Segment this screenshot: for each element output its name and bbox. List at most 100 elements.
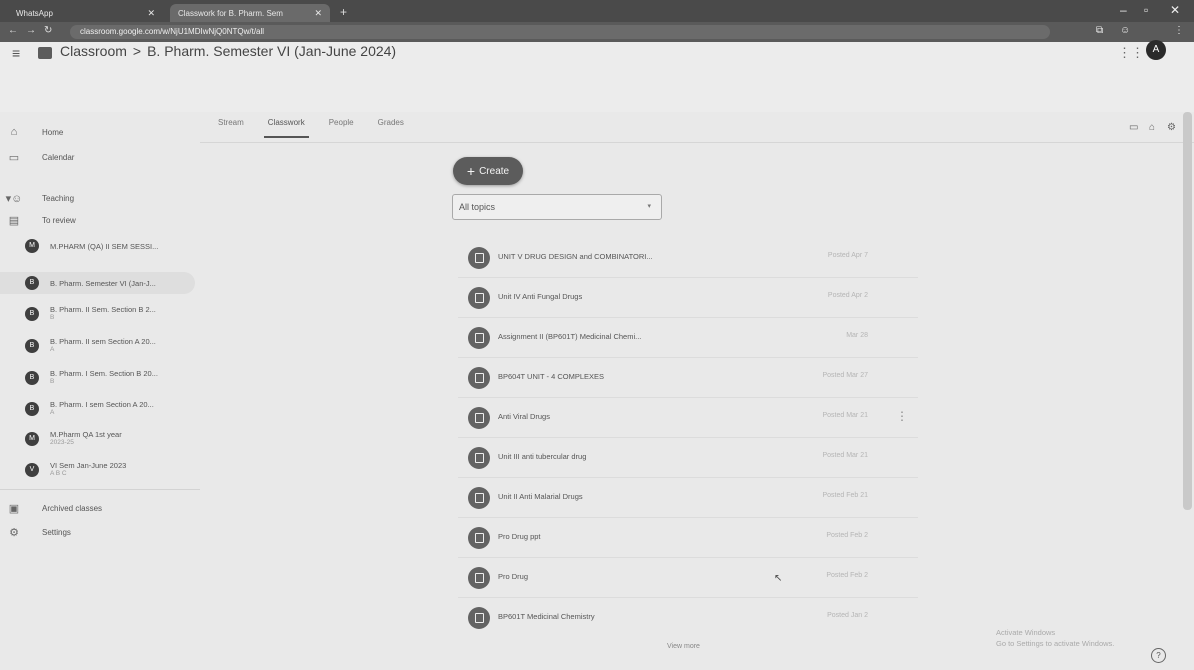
google-apps-icon[interactable]: ⋮⋮ (1118, 45, 1144, 61)
class-title: M.PHARM (QA) II SEM SESSI... (50, 242, 159, 251)
class-avatar: V (25, 463, 39, 477)
create-button[interactable]: + Create (453, 157, 523, 185)
create-label: Create (479, 165, 510, 177)
sidebar-class-item[interactable]: B B. Pharm. II sem Section A 20... A (0, 334, 195, 360)
breadcrumb-separator: > (132, 43, 142, 59)
calendar-icon: ▭ (8, 151, 20, 164)
mouse-cursor-icon: ↖ (774, 573, 783, 584)
sidebar-class-item[interactable]: B B. Pharm. I sem Section A 20... A (0, 397, 195, 423)
assignment-row[interactable]: Assignment II (BP601T) Medicinal Chemi..… (458, 318, 918, 358)
minimize-window-icon[interactable]: – (1120, 3, 1127, 17)
assignment-row[interactable]: Pro Drug Posted Feb 2 (458, 558, 918, 598)
sidebar-item-teaching[interactable]: ▾☺ Teaching (0, 188, 74, 208)
assignment-icon (468, 607, 490, 629)
assignment-row[interactable]: UNIT V DRUG DESIGN and COMBINATORI... Po… (458, 238, 918, 278)
topic-filter-select[interactable]: All topics ▾ (452, 194, 662, 220)
sidebar-item-home[interactable]: ⌂ Home (0, 122, 64, 142)
sidebar-item-archived[interactable]: ▣ Archived classes (0, 498, 102, 518)
assignment-date: Posted Feb 2 (826, 532, 868, 539)
classroom-tab-label: Classwork for B. Pharm. Sem (178, 8, 283, 18)
sidebar-archived-label: Archived classes (42, 503, 103, 513)
sidebar-to-review-label: To review (42, 215, 76, 225)
class-section: 2023-25 (50, 439, 74, 446)
assignment-title: Pro Drug (498, 572, 529, 581)
browser-tab-classroom[interactable]: Classwork for B. Pharm. Sem ✕ (170, 4, 330, 22)
sidebar-class-item[interactable]: M M.PHARM (QA) II SEM SESSI... (0, 234, 195, 258)
assignment-icon (468, 447, 490, 469)
classroom-logo-icon[interactable] (38, 47, 52, 59)
class-section: A (50, 409, 55, 416)
assignment-date: Posted Mar 27 (822, 372, 868, 379)
sidebar-class-item[interactable]: M M.Pharm QA 1st year 2023-25 (0, 427, 195, 453)
whatsapp-tab-label: WhatsApp (16, 8, 53, 18)
more-options-icon[interactable]: ⋮ (896, 409, 908, 423)
tab-stream[interactable]: Stream (218, 118, 244, 127)
assignment-row[interactable]: Anti Viral Drugs Posted Mar 21 ⋮ (458, 398, 918, 438)
class-title: M.Pharm QA 1st year (50, 430, 122, 439)
assignment-row[interactable]: BP601T Medicinal Chemistry Posted Jan 2 (458, 598, 918, 638)
page-scrollbar[interactable] (1183, 112, 1192, 510)
settings-icon[interactable]: ⚙ (1167, 122, 1176, 133)
class-section: A B C (50, 470, 67, 477)
help-icon[interactable]: ? (1151, 648, 1166, 663)
assignment-row[interactable]: BP604T UNIT - 4 COMPLEXES Posted Mar 27 (458, 358, 918, 398)
new-tab-icon[interactable]: + (340, 5, 347, 19)
tab-classwork[interactable]: Classwork (263, 118, 309, 138)
assignment-row[interactable]: Unit II Anti Malarial Drugs Posted Feb 2… (458, 478, 918, 518)
sidebar-class-item[interactable]: B B. Pharm. II Sem. Section B 2... B (0, 302, 195, 328)
app-name[interactable]: Classroom (60, 43, 127, 59)
assignment-row[interactable]: Pro Drug ppt Posted Feb 2 (458, 518, 918, 558)
main-menu-icon[interactable]: ≡ (12, 45, 20, 61)
plus-icon: + (466, 163, 476, 179)
settings-icon: ⚙ (9, 526, 19, 539)
browser-tab-whatsapp[interactable]: WhatsApp ✕ (8, 4, 163, 22)
account-avatar[interactable]: A (1146, 40, 1166, 60)
tab-people[interactable]: People (329, 118, 354, 127)
assignment-date: Posted Apr 7 (827, 252, 868, 259)
sidebar-class-item[interactable]: B B. Pharm. Semester VI (Jan-J... (0, 272, 195, 296)
assignment-title: Anti Viral Drugs (498, 412, 550, 421)
sidebar-item-to-review[interactable]: ▤ To review (0, 210, 76, 230)
sidebar-item-settings[interactable]: ⚙ Settings (0, 522, 71, 542)
breadcrumb: Classroom > B. Pharm. Semester VI (Jan-Jun… (60, 43, 396, 59)
reload-icon[interactable]: ↻ (44, 25, 52, 36)
browser-tab-bar: WhatsApp ✕ Classwork for B. Pharm. Sem ✕… (0, 0, 1194, 22)
calendar-icon[interactable]: ▭ (1129, 122, 1138, 133)
sidebar-class-item[interactable]: B B. Pharm. I Sem. Section B 20... B (0, 366, 195, 392)
assignment-date: Posted Mar 21 (822, 452, 868, 459)
sidebar-home-label: Home (42, 127, 64, 137)
class-avatar: B (25, 276, 39, 290)
to-review-icon: ▤ (8, 214, 20, 227)
assignment-icon (468, 327, 490, 349)
sidebar-item-calendar[interactable]: ▭ Calendar (0, 147, 75, 167)
close-window-icon[interactable]: ✕ (1170, 3, 1180, 17)
assignment-title: Unit II Anti Malarial Drugs (498, 492, 583, 501)
close-tab-icon[interactable]: ✕ (147, 8, 155, 19)
class-avatar: M (25, 239, 39, 253)
sidebar-class-item[interactable]: V VI Sem Jan-June 2023 A B C (0, 458, 195, 484)
back-icon[interactable]: ← (8, 25, 18, 36)
watermark-line2: Go to Settings to activate Windows. (996, 639, 1115, 648)
class-title: B. Pharm. Semester VI (Jan-J... (50, 279, 156, 288)
assignment-title: Unit IV Anti Fungal Drugs (498, 292, 583, 301)
tab-grades[interactable]: Grades (378, 118, 404, 127)
archive-icon: ▣ (8, 502, 20, 515)
forward-icon[interactable]: → (26, 25, 36, 36)
close-tab-icon[interactable]: ✕ (314, 8, 322, 19)
class-avatar: B (25, 402, 39, 416)
drive-folder-icon[interactable]: ⌂ (1149, 122, 1155, 133)
class-section: B (50, 378, 55, 385)
browser-menu-icon[interactable]: ⋮ (1174, 25, 1184, 36)
class-tabs: Stream Classwork People Grades (218, 118, 404, 138)
assignment-row[interactable]: Unit III anti tubercular drug Posted Mar… (458, 438, 918, 478)
profile-icon[interactable]: ☺ (1120, 25, 1130, 36)
maximize-window-icon[interactable]: ▫ (1144, 3, 1148, 17)
class-avatar: M (25, 432, 39, 446)
extensions-icon[interactable]: ⧉ (1096, 25, 1103, 36)
header-divider (200, 142, 1194, 143)
assignment-row[interactable]: Unit IV Anti Fungal Drugs Posted Apr 2 (458, 278, 918, 318)
url-field[interactable]: classroom.google.com/w/NjU1MDIwNjQ0NTQw/… (70, 25, 1050, 39)
view-more-link[interactable]: View more (667, 643, 700, 650)
sidebar-divider (0, 489, 200, 490)
class-name[interactable]: B. Pharm. Semester VI (Jan-June 2024) (147, 43, 396, 59)
